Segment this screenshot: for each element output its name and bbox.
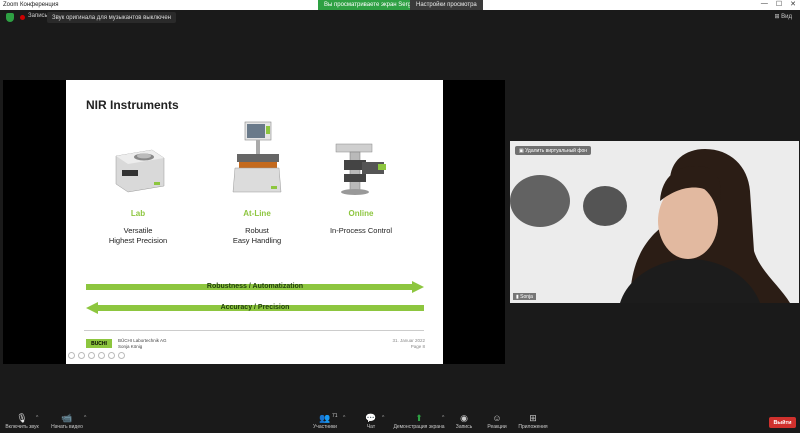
participants-label: Участники: [313, 424, 337, 430]
view-settings-button[interactable]: Настройки просмотра: [410, 0, 483, 10]
original-sound-notice[interactable]: Звук оригинала для музыкантов выключен: [47, 12, 176, 23]
window-titlebar: Zoom Конференция — ☐ ✕ Вы просматриваете…: [0, 0, 800, 10]
instrument-desc-line: In-Process Control: [329, 226, 393, 235]
participant-video-frame: [510, 141, 799, 303]
online-instrument-image: [335, 143, 386, 195]
notice-text: Звук оригинала для музыкантов выключен: [52, 14, 171, 21]
share-screen-button[interactable]: ⬆ Демонстрация экрана: [392, 413, 446, 430]
instrument-desc: Versatile Highest Precision: [93, 226, 183, 246]
lab-instrument-image: [115, 149, 165, 193]
close-button[interactable]: ✕: [790, 0, 796, 8]
reactions-label: Реакции: [487, 424, 507, 430]
view-label: Вид: [781, 14, 792, 20]
slide-page-number: Page 8: [410, 344, 425, 349]
unmute-button[interactable]: 🎙 Включить звук: [0, 413, 47, 430]
at-line-instrument-image: [232, 121, 282, 193]
grid-icon[interactable]: [98, 352, 105, 359]
shared-slide: NIR Instruments Lab Versatile Highest Pr…: [66, 80, 443, 364]
instrument-desc-line: Easy Handling: [232, 236, 282, 245]
chat-options-caret-icon[interactable]: ^: [382, 415, 384, 421]
arrow-robustness: Robustness / Automatization: [86, 281, 424, 293]
arrow-accuracy: Accuracy / Precision: [86, 302, 424, 314]
instrument-lab: Lab Versatile Highest Precision: [93, 140, 183, 246]
shield-icon[interactable]: [6, 13, 14, 22]
arrow-accuracy-label: Accuracy / Precision: [220, 304, 290, 311]
record-label: Запись: [455, 424, 473, 430]
microphone-muted-icon: 🎙: [16, 413, 28, 423]
chat-label: Чат: [366, 424, 376, 430]
pen-icon[interactable]: [88, 352, 95, 359]
slide-date: 31. Januar 2022 Page 8: [392, 338, 425, 350]
apps-button[interactable]: ⊞ Приложения: [508, 413, 558, 430]
share-screen-icon: ⬆: [415, 413, 423, 423]
arrow-robustness-label: Robustness / Automatization: [206, 283, 304, 290]
apps-icon: ⊞: [529, 413, 537, 423]
remove-background-button[interactable]: ▣ Удалить виртуальный фон: [515, 146, 592, 155]
participant-name: Sonja: [520, 293, 533, 300]
leave-meeting-button[interactable]: Выйти: [769, 417, 796, 428]
instrument-desc: Robust Easy Handling: [212, 226, 302, 246]
participant-name-tag: ▮ Sonja: [513, 293, 536, 300]
footer-divider: [84, 330, 424, 331]
window-controls: — ☐ ✕: [761, 0, 796, 8]
sharing-banner: Вы просматриваете экран Sergei: [318, 0, 422, 10]
instrument-desc: In-Process Control: [316, 226, 406, 236]
view-settings-label: Настройки просмотра: [416, 2, 477, 8]
unmute-label: Включить звук: [5, 424, 39, 430]
audio-options-caret-icon[interactable]: ^: [36, 415, 38, 421]
remove-background-label: Удалить виртуальный фон: [525, 147, 588, 154]
instrument-desc-line: Highest Precision: [108, 236, 168, 245]
recording-label: Запись: [28, 13, 48, 19]
video-options-caret-icon[interactable]: ^: [84, 415, 86, 421]
start-video-label: Начать видео: [51, 424, 83, 430]
sharing-banner-label: Вы просматриваете экран Sergei: [324, 2, 416, 8]
slide-controls: [68, 352, 125, 359]
buchi-logo: BUCHI: [86, 339, 112, 348]
instrument-category: Online: [348, 209, 374, 218]
more-icon[interactable]: [118, 352, 125, 359]
instrument-online: Online In-Process Control: [316, 140, 406, 236]
minimize-button[interactable]: —: [761, 0, 768, 8]
participant-video[interactable]: ▣ Удалить виртуальный фон ▮ Sonja: [510, 141, 799, 303]
instrument-desc-line: Versatile: [123, 226, 153, 235]
window-title: Zoom Конференция: [3, 2, 59, 8]
slide-title: NIR Instruments: [86, 98, 179, 112]
apps-label: Приложения: [518, 424, 548, 430]
maximize-button[interactable]: ☐: [776, 0, 782, 8]
company-info: BÜCHI Labortechnik AG Sonja König: [118, 338, 167, 350]
zoom-icon[interactable]: [108, 352, 115, 359]
view-button[interactable]: ⊞ Вид: [774, 13, 792, 20]
chat-icon: 💬: [365, 413, 377, 423]
participants-count: 71: [332, 413, 338, 419]
record-dot-icon: [20, 15, 25, 20]
instrument-category: At-Line: [243, 209, 271, 218]
share-screen-label: Демонстрация экрана: [393, 424, 445, 430]
next-slide-icon[interactable]: [78, 352, 85, 359]
participants-options-caret-icon[interactable]: ^: [343, 415, 345, 421]
instrument-desc-line: Robust: [245, 226, 269, 235]
presenter-name: Sonja König: [118, 344, 143, 349]
instrument-category: Lab: [130, 209, 146, 218]
chat-button[interactable]: 💬 Чат: [346, 413, 396, 430]
prev-slide-icon[interactable]: [68, 352, 75, 359]
instrument-at-line: At-Line Robust Easy Handling: [212, 121, 302, 246]
